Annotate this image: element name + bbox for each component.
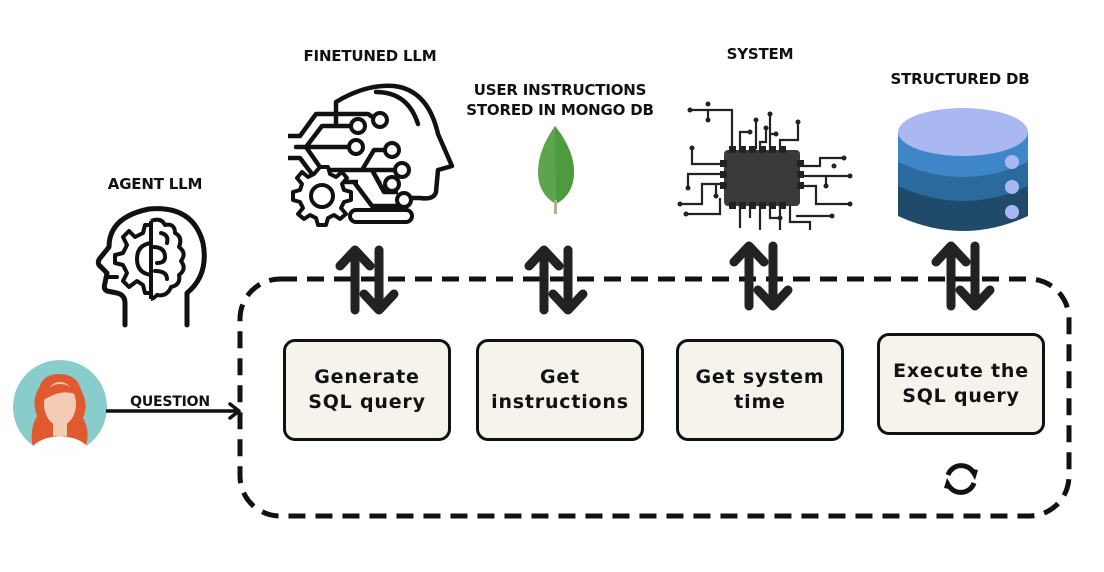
- system-label: SYSTEM: [726, 45, 794, 63]
- tool-label: Get instructions: [491, 366, 629, 413]
- tool-get-system-time[interactable]: Get system time: [676, 339, 844, 441]
- finetuned-llm-label: FINETUNED LLM: [303, 47, 437, 65]
- agent-llm-label: AGENT LLM: [107, 175, 203, 193]
- tool-get-instructions[interactable]: Get instructions: [476, 339, 644, 441]
- structured-db-label: STRUCTURED DB: [890, 70, 1030, 88]
- tool-label: Get system time: [695, 366, 825, 413]
- head-circuit-gear-icon: [288, 83, 455, 227]
- tool-generate-sql[interactable]: Generate SQL query: [283, 339, 451, 441]
- database-icon: [898, 108, 1028, 231]
- user-avatar-icon[interactable]: [13, 360, 107, 454]
- bidirectional-arrow-finetuned: [335, 245, 399, 315]
- mongodb-leaf-icon: [538, 126, 574, 214]
- tool-execute-sql[interactable]: Execute the SQL query: [877, 333, 1045, 435]
- mongo-label: USER INSTRUCTIONS STORED IN MONGO DB: [466, 81, 654, 119]
- tool-label: Generate SQL query: [308, 366, 426, 413]
- bidirectional-arrow-db: [931, 241, 995, 311]
- bidirectional-arrow-mongo: [524, 245, 588, 315]
- bidirectional-arrow-system: [729, 241, 793, 311]
- refresh-cycle-icon: [944, 463, 978, 495]
- question-arrow: [106, 402, 241, 420]
- tool-label: Execute the SQL query: [893, 360, 1029, 407]
- head-gear-brain-icon: [95, 206, 207, 328]
- cpu-chip-icon: [677, 101, 853, 230]
